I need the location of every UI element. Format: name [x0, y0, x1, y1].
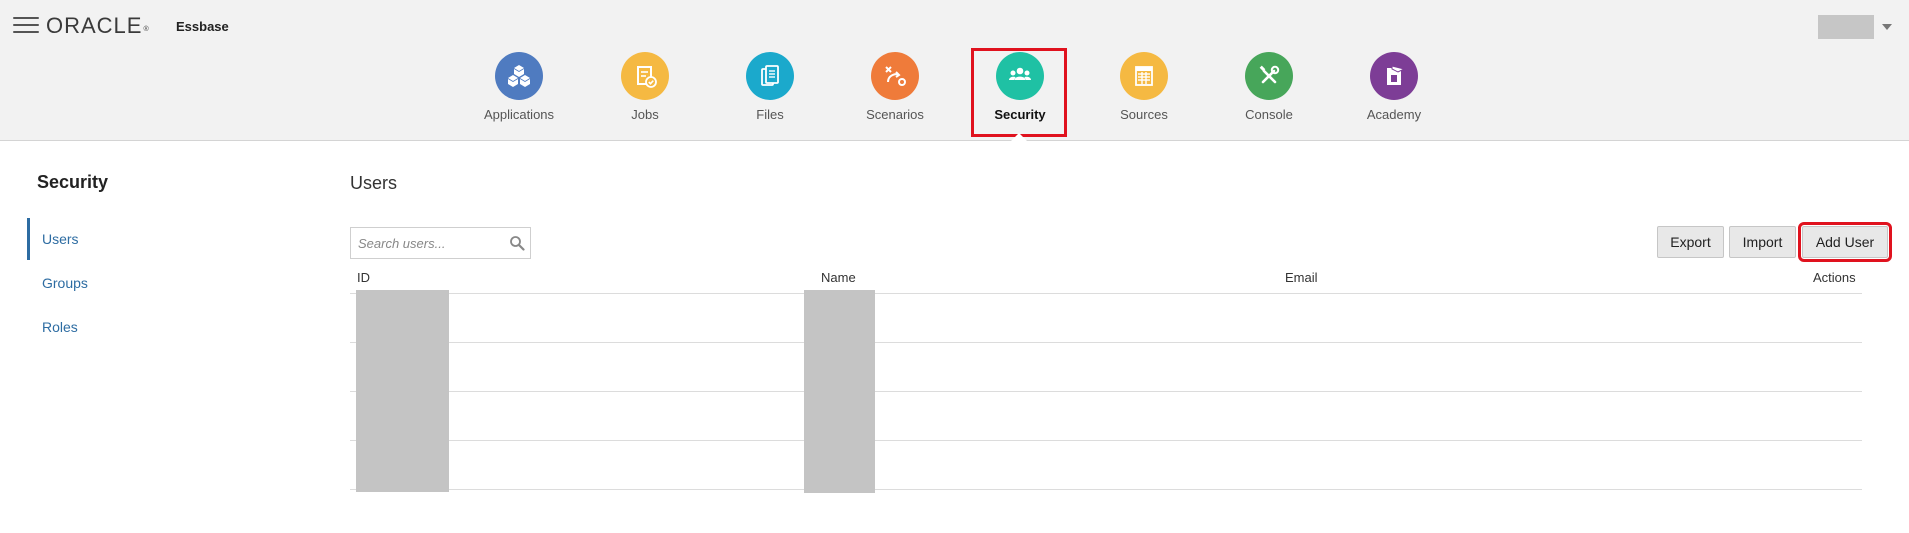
avatar[interactable]: [1818, 15, 1874, 39]
oracle-logo: ORACLE®: [46, 14, 150, 38]
nav-academy[interactable]: Academy: [1339, 52, 1449, 132]
search-input[interactable]: [351, 228, 501, 258]
page-title: Users: [350, 173, 398, 193]
sidebar-item-label: Users: [42, 231, 79, 247]
logo-trademark: ®: [143, 26, 150, 33]
jobs-icon: [621, 52, 669, 100]
top-header: ORACLE® Essbase Applications Jobs Files: [0, 0, 1909, 141]
chevron-down-icon[interactable]: [1882, 24, 1892, 30]
sidebar-item-label: Groups: [42, 275, 88, 291]
column-header-id: ID: [357, 270, 370, 285]
nav-files[interactable]: Files: [715, 52, 825, 132]
nav-scenarios[interactable]: Scenarios: [840, 52, 950, 132]
nav-jobs[interactable]: Jobs: [590, 52, 700, 132]
nav-label: Console: [1245, 107, 1293, 122]
sidebar-item-roles[interactable]: Roles: [27, 306, 287, 348]
nav-label: Jobs: [631, 107, 659, 122]
logo-text: ORACLE: [46, 13, 143, 38]
search-icon[interactable]: [509, 235, 525, 251]
export-button[interactable]: Export: [1657, 226, 1724, 258]
hamburger-menu-icon[interactable]: [13, 17, 39, 33]
table-row[interactable]: [350, 343, 1862, 392]
column-header-email: Email: [1285, 270, 1318, 285]
sidebar-title: Security: [37, 172, 109, 192]
product-name: Essbase: [176, 19, 229, 34]
nav-applications[interactable]: Applications: [464, 52, 574, 132]
console-icon: [1245, 52, 1293, 100]
sources-icon: [1120, 52, 1168, 100]
nav-label: Applications: [483, 107, 555, 122]
nav-sources[interactable]: Sources: [1089, 52, 1199, 132]
column-header-actions: Actions: [1813, 270, 1856, 285]
table-row[interactable]: [350, 441, 1862, 490]
academy-icon: [1370, 52, 1418, 100]
sidebar-item-label: Roles: [42, 319, 78, 335]
redacted-id-column: [356, 290, 449, 492]
table-row[interactable]: [350, 392, 1862, 441]
column-header-name: Name: [821, 270, 856, 285]
sidebar-item-users[interactable]: Users: [27, 218, 287, 260]
search-box: [350, 227, 531, 259]
redacted-name-column: [804, 290, 875, 493]
active-nav-pointer: [1011, 133, 1027, 141]
table-row[interactable]: [350, 294, 1862, 343]
files-icon: [746, 52, 794, 100]
nav-console[interactable]: Console: [1214, 52, 1324, 132]
user-menu[interactable]: [1818, 15, 1896, 39]
scenarios-icon: [871, 52, 919, 100]
sidebar-item-groups[interactable]: Groups: [27, 262, 287, 304]
add-user-button[interactable]: Add User: [1798, 222, 1892, 262]
nav-label: Sources: [1120, 107, 1168, 122]
nav-label: Scenarios: [866, 107, 924, 122]
applications-icon: [495, 52, 543, 100]
nav-label: Files: [756, 107, 784, 122]
nav-label: Academy: [1366, 107, 1422, 122]
import-button[interactable]: Import: [1729, 226, 1796, 258]
security-highlight-box: [971, 48, 1067, 137]
